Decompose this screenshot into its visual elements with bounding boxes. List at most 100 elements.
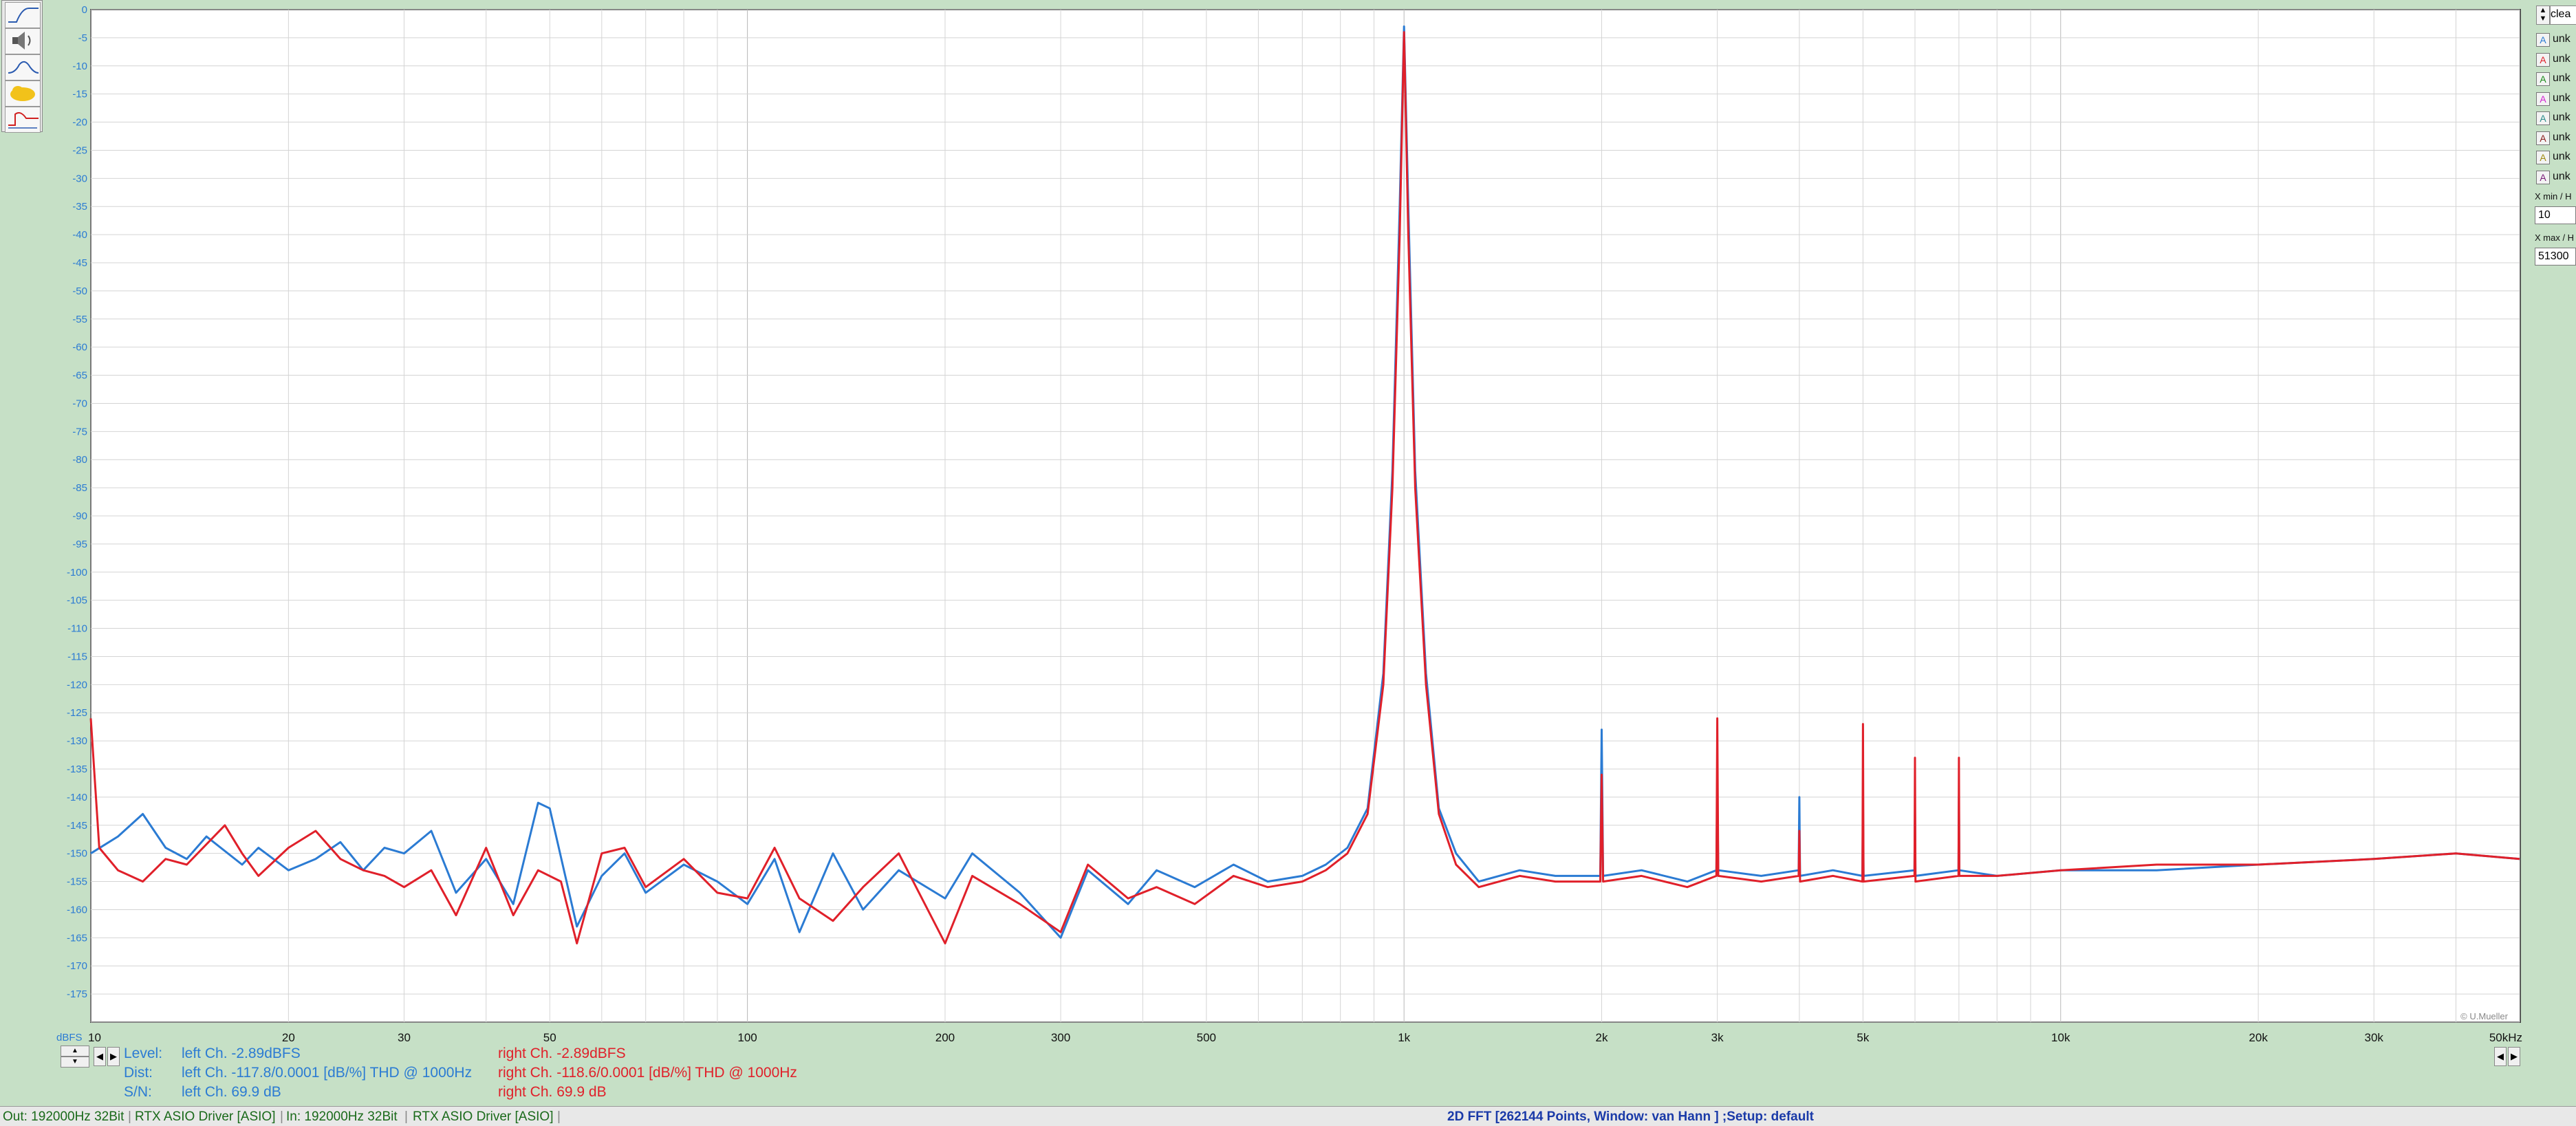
xmax-input[interactable]: [2535, 248, 2576, 266]
series-lines: [89, 25, 2520, 944]
x-tick-label: 100: [737, 1031, 757, 1044]
y-tick-label: -90: [72, 510, 87, 522]
curve-label: unk: [2553, 131, 2570, 143]
y-tick-label: -130: [67, 735, 87, 747]
y-tick-label: -20: [72, 117, 87, 129]
x-tick-label: 3k: [1711, 1031, 1724, 1044]
x-tick-label: 300: [1051, 1031, 1070, 1044]
curve-row: Aunk: [2529, 169, 2576, 186]
step-response-tool-button[interactable]: [5, 107, 41, 133]
x-tick-label: 50kHz: [2489, 1031, 2522, 1044]
tool-panel: [1, 0, 43, 133]
y-tick-label: -100: [67, 567, 87, 578]
zoom-down-button[interactable]: ▼: [61, 1057, 89, 1068]
y-tick-label: 0: [82, 4, 87, 16]
scroll-left-button[interactable]: ◀: [94, 1047, 106, 1066]
left-dist-value: left Ch. -117.8/0.0001 [dB/%] THD @ 1000…: [182, 1065, 473, 1081]
x-scroll-right-button[interactable]: ▶: [2508, 1047, 2520, 1066]
x-tick-label: 200: [935, 1031, 955, 1044]
response-curve-icon: [8, 61, 39, 74]
y-tick-label: -165: [67, 932, 87, 944]
y-tick-label: -65: [72, 370, 87, 382]
y-tick-label: -40: [72, 229, 87, 241]
y-tick-label: -155: [67, 876, 87, 888]
step-response-icon: [8, 112, 39, 129]
curve-label: unk: [2553, 151, 2570, 162]
right-dist-value: right Ch. -118.6/0.0001 [dB/%] THD @ 100…: [498, 1065, 797, 1081]
curve-row: Aunk: [2529, 91, 2576, 107]
y-tick-label: -80: [72, 454, 87, 466]
y-axis-label: dBFS: [56, 1032, 83, 1043]
curve-toggle-button[interactable]: A: [2536, 170, 2550, 184]
dropdown-spinner[interactable]: ▲ ▼: [2536, 6, 2550, 25]
zoom-up-button[interactable]: ▲: [61, 1046, 89, 1057]
y-tick-label: -55: [72, 314, 87, 325]
status-separator: |: [128, 1109, 131, 1124]
y-tick-label: -125: [67, 707, 87, 719]
response-curve-tool-button[interactable]: [5, 54, 41, 80]
y-tick-label: -75: [72, 426, 87, 437]
xmin-input[interactable]: [2535, 206, 2576, 224]
speaker-icon: [12, 32, 31, 50]
filter-curve-icon: [8, 8, 39, 23]
curve-row: Aunk: [2529, 110, 2576, 127]
x-tick-label: 10k: [2051, 1031, 2070, 1044]
left-level-value: left Ch. -2.89dBFS: [182, 1046, 301, 1061]
status-bar: Out: 192000Hz 32Bit | RTX ASIO Driver [A…: [0, 1106, 2576, 1126]
curve-toggle-button[interactable]: A: [2536, 33, 2550, 47]
y-tick-label: -105: [67, 595, 87, 607]
filter-curve-tool-button[interactable]: [5, 2, 41, 28]
curve-toggle-button[interactable]: A: [2536, 72, 2550, 86]
watermark: © U.Mueller: [2460, 1011, 2508, 1021]
curve-row: Aunk: [2529, 130, 2576, 147]
x-scroll-left-button[interactable]: ◀: [2494, 1047, 2507, 1066]
y-tick-label: -10: [72, 61, 87, 72]
curve-label: unk: [2553, 72, 2570, 84]
y-tick-label: -150: [67, 848, 87, 860]
y-tick-label: -140: [67, 792, 87, 803]
curve-toggle-button[interactable]: A: [2536, 151, 2550, 164]
y-tick-label: -70: [72, 398, 87, 409]
x-tick-label: 20k: [2249, 1031, 2268, 1044]
curve-label: unk: [2553, 52, 2570, 65]
xmin-label: X min / H: [2535, 191, 2572, 202]
curve-toggle-button[interactable]: A: [2536, 131, 2550, 145]
x-tick-label: 1k: [1398, 1031, 1410, 1044]
x-tick-label: 30k: [2365, 1031, 2384, 1044]
curve-select[interactable]: clea: [2550, 6, 2576, 25]
status-separator: |: [557, 1109, 561, 1124]
status-fft-info: 2D FFT [262144 Points, Window: van Hann …: [1447, 1109, 1814, 1124]
y-tick-label: -120: [67, 679, 87, 691]
series-line-0: [90, 25, 2520, 939]
speaker-tool-button[interactable]: [5, 28, 41, 54]
curve-toggle-button[interactable]: A: [2536, 52, 2550, 67]
dist-label: Dist:: [124, 1065, 153, 1081]
status-separator: |: [404, 1109, 408, 1124]
level-label: Level:: [124, 1046, 163, 1061]
y-tick-label: -50: [72, 285, 87, 297]
status-out: Out: 192000Hz 32Bit: [3, 1109, 125, 1124]
curve-toggle-button[interactable]: A: [2536, 91, 2550, 106]
curve-row: Aunk: [2529, 71, 2576, 87]
left-sn-value: left Ch. 69.9 dB: [182, 1084, 281, 1100]
fft-chart: 0 -5 -10 -15 -20 -25 -30 -35 -40 -45 -50 -55 -60 -65 -…: [56, 4, 2522, 1044]
y-tick-label: -175: [67, 988, 87, 1000]
y-tick-label: -145: [67, 820, 87, 832]
curve-label: unk: [2553, 170, 2570, 182]
x-tick-label: 5k: [1857, 1031, 1869, 1044]
x-tick-label: 500: [1197, 1031, 1216, 1044]
y-tick-label: -115: [67, 651, 87, 662]
y-tick-label: -30: [72, 173, 87, 184]
curve-label: unk: [2553, 33, 2570, 45]
curve-row: Aunk: [2529, 149, 2576, 166]
xmax-label: X max / H: [2535, 232, 2575, 243]
curve-toggle-button[interactable]: A: [2536, 111, 2550, 125]
x-tick-label: 50: [543, 1031, 556, 1044]
y-tick-label: -5: [78, 32, 87, 44]
status-in-driver: RTX ASIO Driver [ASIO]: [413, 1109, 554, 1124]
curve-row: Aunk: [2529, 32, 2576, 48]
cloud-tool-button[interactable]: [5, 80, 41, 107]
scroll-right-button[interactable]: ▶: [107, 1047, 120, 1066]
status-separator: |: [280, 1109, 283, 1124]
status-out-driver: RTX ASIO Driver [ASIO]: [135, 1109, 276, 1124]
